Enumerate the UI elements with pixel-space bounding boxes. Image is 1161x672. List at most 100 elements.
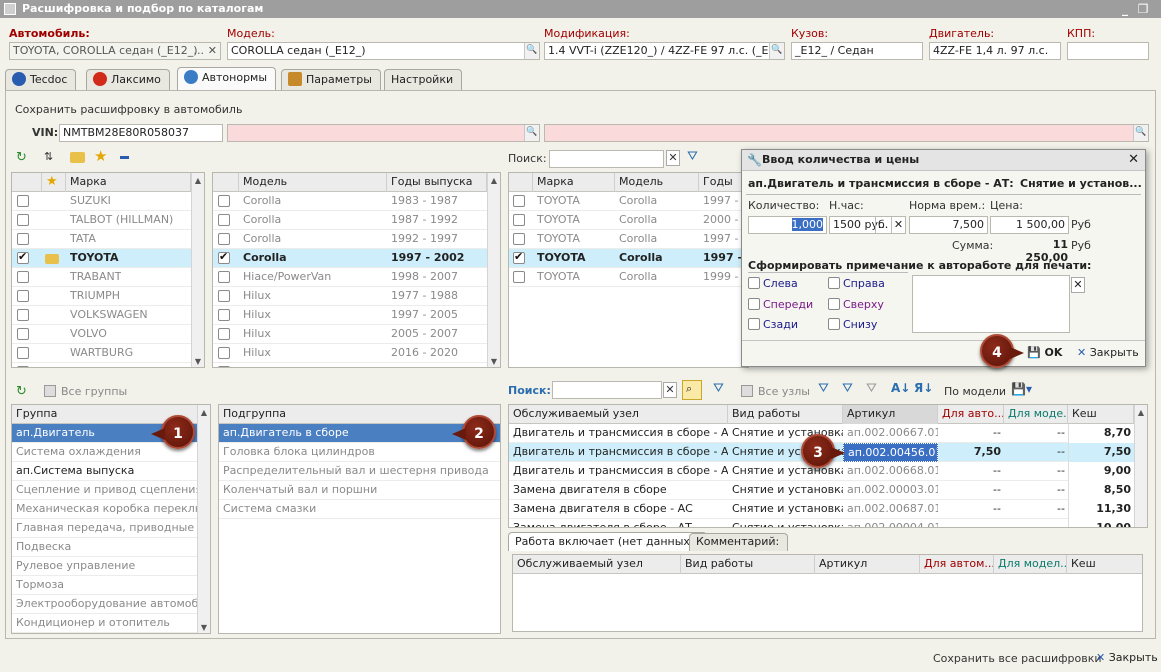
refresh-icon[interactable]: ↻ [16,384,27,399]
tab-tecdoc[interactable]: Tecdoc [5,69,77,90]
list-item[interactable]: Механическая коробка переклю... [12,500,210,519]
table-row[interactable]: TOYOTA Corolla 1997 - 2 [509,230,748,249]
list-item[interactable]: Коленчатый вал и поршни [219,481,500,500]
scrollbar[interactable]: ▲ ▼ [487,173,500,367]
clear-search-icon[interactable]: ✕ [666,150,680,166]
table-row[interactable]: TRABANT [12,268,204,287]
all-nodes-checkbox[interactable] [741,385,753,397]
all-groups-checkbox[interactable] [44,385,56,397]
filter-icon[interactable]: ⛛ [713,381,724,396]
list-item[interactable]: Тормоза [12,576,210,595]
ok-button[interactable]: 💾 OK [1027,346,1062,359]
row-checkbox[interactable] [17,271,29,283]
table-row[interactable]: TALBOT (HILLMAN) [12,211,204,230]
filter-icon[interactable]: ⛛ [818,381,829,396]
tab-parameters[interactable]: Параметры [281,69,381,90]
engine-field[interactable]: 4ZZ-FE 1,4 л. 97 л.с. [929,42,1061,60]
list-item[interactable]: Подвеска [12,538,210,557]
table-row[interactable]: TOYOTA Corolla 1997 - [509,192,748,211]
row-checkbox[interactable] [17,233,29,245]
row-checkbox[interactable] [17,347,29,359]
table-row[interactable]: TOYOTA Corolla 2000 - 2 [509,211,748,230]
tab-avtonormy[interactable]: Автонормы [177,67,277,90]
scrollbar[interactable]: ▲ ▼ [191,173,204,367]
by-model-button[interactable]: По модели [944,385,1006,398]
note-textarea[interactable] [912,275,1070,333]
tab-comment[interactable]: Комментарий: [689,533,789,551]
vin-modification-field[interactable]: 🔍 [544,124,1149,142]
scrollbar[interactable]: ▲ ▼ [197,405,210,633]
table-row[interactable]: VOLKSWAGEN [12,306,204,325]
minimize-icon[interactable]: _ [1117,0,1133,18]
table-row[interactable]: Замена двигателя в сборе - АТ Снятие и ус… [509,519,1147,527]
row-checkbox[interactable] [218,328,230,340]
table-row[interactable]: SUZUKI [12,192,204,211]
sort-desc-icon[interactable]: Я↓ [914,381,933,395]
star-icon[interactable]: ★ [94,147,107,165]
restore-icon[interactable]: ❐ [1135,0,1151,18]
check-front[interactable]: Спереди [748,298,813,311]
table-row[interactable]: ZASTAVA (YUGO) [12,363,204,367]
filter-icon[interactable]: ⛛ [687,149,698,164]
modification-field[interactable]: 1.4 VVT-i (ZZE120_) / 4ZZ-FE 97 л.с. (_E… [544,42,785,60]
folder-icon[interactable] [70,152,85,163]
row-checkbox[interactable] [513,233,525,245]
clear-icon[interactable]: ✕ [208,43,217,59]
row-checkbox[interactable] [218,290,230,302]
sort-icon[interactable]: ⇅ [44,150,53,163]
save-all-button[interactable]: Сохранить все расшифровки [933,652,1102,665]
table-row[interactable]: Замена двигателя в сборе Снятие и установ… [509,481,1147,500]
check-bottom[interactable]: Снизу [828,318,877,331]
table-row[interactable]: Corolla 1997 - 2002 [213,249,500,268]
row-checkbox[interactable] [17,328,29,340]
search-icon[interactable]: 🔍 [1133,125,1148,141]
checkbox[interactable] [828,298,840,310]
row-checkbox[interactable] [218,309,230,321]
search-icon[interactable]: 🔍 [769,43,784,59]
list-item[interactable]: Система смазки [219,500,500,519]
filter-icon[interactable]: ⛛ [842,381,853,396]
row-checkbox[interactable] [513,214,525,226]
row-checkbox[interactable] [218,214,230,226]
list-item[interactable]: Распределительный вал и шестерня привода [219,462,500,481]
list-item[interactable]: Главная передача, приводные ва... [12,519,210,538]
check-back[interactable]: Сзади [748,318,798,331]
table-row[interactable]: iQ 2008 - 2015 [213,363,500,367]
list-item[interactable]: Рулевое управление [12,557,210,576]
tab-settings[interactable]: Настройки [384,69,463,90]
table-row[interactable]: Hilux 1997 - 2005 [213,306,500,325]
row-checkbox[interactable] [218,366,230,367]
list-item[interactable]: Электрооборудование автомоби... [12,595,210,614]
table-row[interactable]: VOLVO [12,325,204,344]
save-icon[interactable]: 💾▾ [1011,382,1032,396]
row-checkbox[interactable] [17,195,29,207]
row-checkbox[interactable] [513,250,525,264]
table-row[interactable]: TOYOTA Corolla 1999 - 2 [509,268,748,287]
row-checkbox[interactable] [17,250,29,264]
list-item[interactable]: Сцепление и привод сцепления [12,481,210,500]
nchas-input[interactable]: 1500 руб. ... ✕ [829,216,906,234]
model-field[interactable]: COROLLA седан (_E12_) 🔍 [227,42,540,60]
list-item[interactable]: Головка блока цилиндров [219,443,500,462]
row-checkbox[interactable] [218,271,230,283]
table-row[interactable]: Hilux 2016 - 2020 [213,344,500,363]
row-checkbox[interactable] [513,271,525,283]
row-checkbox[interactable] [218,347,230,359]
table-row[interactable]: Corolla 1987 - 1992 [213,211,500,230]
check-left[interactable]: Слева [748,277,798,290]
works-search-input[interactable] [552,381,662,399]
row-checkbox[interactable] [17,366,29,367]
row-checkbox[interactable] [513,195,525,207]
scrollbar[interactable]: ▲ [1134,405,1147,527]
table-row[interactable]: Corolla 1992 - 1997 [213,230,500,249]
select-ellipsis-icon[interactable]: ... [875,217,890,233]
tab-includes[interactable]: Работа включает (нет данных): [508,532,707,551]
norm-input[interactable]: 7,500 [909,216,988,234]
price-input[interactable]: 1 500,00 [990,216,1069,234]
table-row[interactable]: Замена двигателя в сборе - АС Снятие и ус… [509,500,1147,519]
table-row[interactable]: Двигатель и трансмиссия в сборе - АС+...… [509,462,1147,481]
table-row[interactable]: Hilux 2005 - 2007 [213,325,500,344]
table-row[interactable]: Corolla 1983 - 1987 [213,192,500,211]
row-checkbox[interactable] [17,309,29,321]
select-ellipsis-icon[interactable]: ... [194,43,205,59]
